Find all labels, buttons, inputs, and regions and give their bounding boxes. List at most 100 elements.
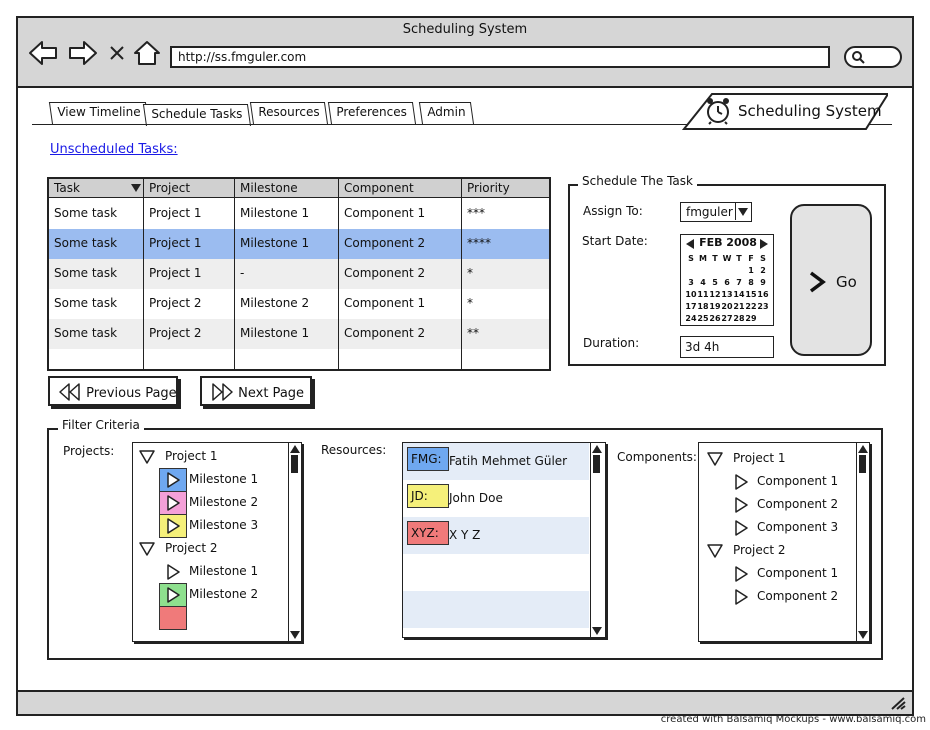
- components-tree[interactable]: Project 1 Component 1 Component 2 Component…: [698, 442, 870, 642]
- scroll-down-icon[interactable]: [858, 631, 868, 639]
- go-button[interactable]: Go: [790, 204, 872, 356]
- unscheduled-tasks-link[interactable]: Unscheduled Tasks:: [50, 142, 178, 157]
- column-header-component[interactable]: Component: [344, 181, 414, 195]
- tree-item-label[interactable]: Component 2: [757, 589, 838, 603]
- back-arrow-icon[interactable]: [28, 40, 58, 66]
- tab-schedule-tasks[interactable]: Schedule Tasks: [142, 104, 252, 126]
- calendar-day[interactable]: 26: [709, 313, 721, 325]
- calendar-day[interactable]: 4: [697, 277, 709, 289]
- url-bar[interactable]: http://ss.fmguler.com: [170, 46, 830, 68]
- scroll-down-icon[interactable]: [592, 627, 602, 635]
- tree-item-label[interactable]: Milestone 1: [189, 472, 258, 486]
- calendar-day[interactable]: 20: [721, 301, 733, 313]
- tree-node-icon[interactable]: [165, 495, 181, 511]
- calendar-day[interactable]: 28: [733, 313, 745, 325]
- column-header-priority[interactable]: Priority: [467, 181, 510, 195]
- calendar-day[interactable]: 11: [697, 289, 709, 301]
- calendar-day[interactable]: 23: [757, 301, 769, 313]
- calendar-day[interactable]: 19: [709, 301, 721, 313]
- calendar-day[interactable]: 15: [745, 289, 757, 301]
- calendar-day[interactable]: 5: [709, 277, 721, 289]
- tree-node-icon[interactable]: [733, 589, 749, 605]
- tab-preferences[interactable]: Preferences: [327, 102, 416, 124]
- calendar-day[interactable]: 21: [733, 301, 745, 313]
- calendar-day[interactable]: 1: [745, 265, 757, 277]
- calendar-day[interactable]: 25: [697, 313, 709, 325]
- resource-tag[interactable]: JD:: [407, 484, 449, 508]
- tree-item-label[interactable]: Milestone 3: [189, 518, 258, 532]
- projects-tree[interactable]: Project 1 Milestone 1 Milestone 2 Milestone…: [132, 442, 302, 642]
- tree-node-icon[interactable]: [165, 587, 181, 603]
- resize-grip-icon[interactable]: [890, 696, 906, 710]
- tab-resources[interactable]: Resources: [249, 102, 329, 124]
- components-scrollbar[interactable]: [856, 443, 869, 641]
- tab-view-timeline[interactable]: View Timeline: [48, 102, 150, 124]
- tree-expand-icon[interactable]: [707, 543, 723, 559]
- date-calendar[interactable]: FEB 2008 S M T W T F S 1 2 3 4 5 6 7 8 9 10 11 12 13 14 15 16 1…: [680, 234, 774, 326]
- duration-input[interactable]: 3d 4h: [680, 336, 774, 358]
- scroll-up-icon[interactable]: [592, 445, 602, 453]
- tree-node-icon[interactable]: [165, 564, 181, 580]
- tree-item-label[interactable]: Project 1: [733, 451, 786, 465]
- tree-item-label[interactable]: Component 2: [757, 497, 838, 511]
- calendar-day[interactable]: 2: [757, 265, 769, 277]
- calendar-day[interactable]: 14: [733, 289, 745, 301]
- table-row-selected[interactable]: Some task Project 1 Milestone 1 Componen…: [49, 229, 549, 259]
- sort-down-icon[interactable]: [131, 184, 141, 192]
- tab-admin[interactable]: Admin: [418, 102, 475, 124]
- tree-item-label[interactable]: Component 1: [757, 566, 838, 580]
- tree-item-label[interactable]: Project 1: [165, 449, 218, 463]
- tree-node-icon[interactable]: [733, 497, 749, 513]
- tree-node-icon[interactable]: [733, 566, 749, 582]
- tree-item-label[interactable]: Component 1: [757, 474, 838, 488]
- resource-name[interactable]: X Y Z: [449, 528, 480, 542]
- resources-scrollbar[interactable]: [590, 443, 603, 637]
- calendar-day[interactable]: 3: [685, 277, 697, 289]
- table-row[interactable]: Some task Project 2 Milestone 1 Componen…: [49, 319, 549, 349]
- tree-node-icon[interactable]: [165, 472, 181, 488]
- scroll-down-icon[interactable]: [290, 631, 300, 639]
- tree-item-label[interactable]: Milestone 2: [189, 495, 258, 509]
- table-row[interactable]: Some task Project 2 Milestone 2 Componen…: [49, 289, 549, 319]
- stop-icon[interactable]: [106, 40, 128, 66]
- calendar-day[interactable]: 17: [685, 301, 697, 313]
- resource-name[interactable]: Fatih Mehmet Güler: [449, 454, 567, 468]
- table-row[interactable]: Some task Project 1 Milestone 1 Componen…: [49, 199, 549, 229]
- tree-node-icon[interactable]: [733, 474, 749, 490]
- calendar-day[interactable]: 9: [757, 277, 769, 289]
- calendar-day[interactable]: 6: [721, 277, 733, 289]
- column-header-task[interactable]: Task: [54, 181, 80, 195]
- forward-arrow-icon[interactable]: [68, 40, 98, 66]
- tree-item-label[interactable]: Project 2: [165, 541, 218, 555]
- scroll-thumb[interactable]: [859, 455, 866, 473]
- calendar-day[interactable]: 7: [733, 277, 745, 289]
- scroll-thumb[interactable]: [593, 455, 600, 473]
- calendar-day[interactable]: 24: [685, 313, 697, 325]
- calendar-day[interactable]: 16: [757, 289, 769, 301]
- browser-search-field[interactable]: [844, 46, 902, 68]
- resource-name[interactable]: John Doe: [449, 491, 503, 505]
- tree-expand-icon[interactable]: [139, 541, 155, 557]
- next-month-icon[interactable]: [760, 239, 768, 249]
- scroll-up-icon[interactable]: [858, 445, 868, 453]
- resources-list[interactable]: FMG: Fatih Mehmet Güler JD: John Doe XYZ: X Y…: [402, 442, 606, 638]
- select-arrow-button[interactable]: [735, 203, 751, 220]
- tree-node-icon[interactable]: [165, 518, 181, 534]
- calendar-day[interactable]: 29: [745, 313, 757, 325]
- assign-to-select[interactable]: fmguler: [680, 202, 752, 222]
- tree-node-icon[interactable]: [733, 520, 749, 536]
- calendar-day[interactable]: 8: [745, 277, 757, 289]
- column-header-milestone[interactable]: Milestone: [240, 181, 298, 195]
- calendar-day[interactable]: 22: [745, 301, 757, 313]
- calendar-day[interactable]: 10: [685, 289, 697, 301]
- previous-page-button[interactable]: Previous Page: [48, 376, 178, 406]
- resource-tag[interactable]: FMG:: [407, 447, 449, 471]
- calendar-day[interactable]: 12: [709, 289, 721, 301]
- calendar-day[interactable]: 27: [721, 313, 733, 325]
- home-icon[interactable]: [132, 40, 162, 66]
- tree-item-label[interactable]: Milestone 1: [189, 564, 258, 578]
- tree-expand-icon[interactable]: [139, 449, 155, 465]
- scroll-thumb[interactable]: [291, 455, 298, 473]
- calendar-day[interactable]: 18: [697, 301, 709, 313]
- tree-expand-icon[interactable]: [707, 451, 723, 467]
